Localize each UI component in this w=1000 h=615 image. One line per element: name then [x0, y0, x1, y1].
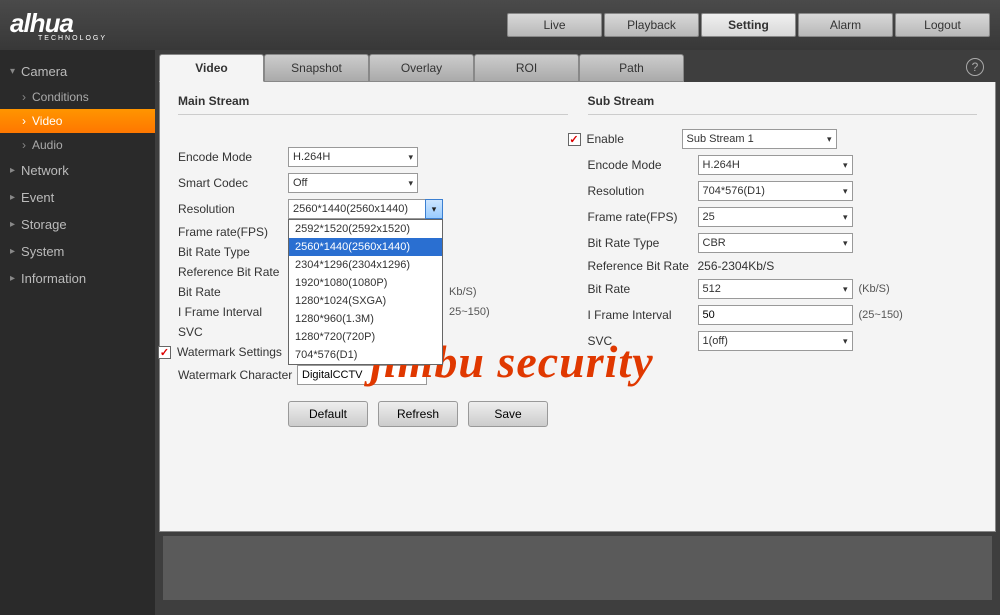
sub-ref-bitrate-label: Reference Bit Rate: [588, 259, 698, 273]
tab-video[interactable]: Video: [159, 54, 264, 82]
sub-iframe-input[interactable]: [698, 305, 853, 325]
sub-svc-select[interactable]: 1(off): [698, 331, 853, 351]
ref-bit-rate-label: Reference Bit Rate: [178, 265, 288, 279]
watermark-settings-label: Watermark Settings: [177, 345, 282, 359]
nav-logout[interactable]: Logout: [895, 13, 990, 37]
resolution-option[interactable]: 2560*1440(2560x1440): [289, 238, 442, 256]
main-stream-title: Main Stream: [178, 94, 568, 115]
enable-checkbox[interactable]: [568, 133, 581, 146]
resolution-option[interactable]: 1280*960(1.3M): [289, 310, 442, 328]
nav-setting[interactable]: Setting: [701, 13, 796, 37]
main-stream-column: Main Stream Encode Mode H.264H Smart Cod…: [178, 94, 568, 519]
sub-bitrate-label: Bit Rate: [588, 282, 698, 296]
sub-bitrate-suffix: (Kb/S): [859, 283, 890, 295]
refresh-button[interactable]: Refresh: [378, 401, 458, 427]
panel: Main Stream Encode Mode H.264H Smart Cod…: [159, 82, 996, 532]
header: alhua TECHNOLOGY Live Playback Setting A…: [0, 0, 1000, 50]
sidebar-event[interactable]: Event: [0, 184, 155, 211]
sub-bitrate-type-select[interactable]: CBR: [698, 233, 853, 253]
sidebar-network[interactable]: Network: [0, 157, 155, 184]
iframe-suffix: 25~150): [449, 306, 490, 318]
nav-live[interactable]: Live: [507, 13, 602, 37]
resolution-option[interactable]: 704*576(D1): [289, 346, 442, 364]
sidebar: Camera Conditions Video Audio Network Ev…: [0, 50, 155, 615]
top-nav: Live Playback Setting Alarm Logout: [507, 13, 990, 37]
sub-framerate-label: Frame rate(FPS): [588, 210, 698, 224]
footer-bar: [163, 536, 992, 600]
svc-label: SVC: [178, 325, 288, 339]
iframe-label: I Frame Interval: [178, 305, 288, 319]
logo-text: alhua: [10, 8, 73, 38]
watermark-char-input[interactable]: [297, 365, 427, 385]
sub-svc-label: SVC: [588, 334, 698, 348]
tab-row: Video Snapshot Overlay ROI Path ?: [159, 54, 996, 82]
nav-alarm[interactable]: Alarm: [798, 13, 893, 37]
watermark-char-label: Watermark Character: [178, 368, 297, 382]
sidebar-information[interactable]: Information: [0, 265, 155, 292]
resolution-option[interactable]: 2304*1296(2304x1296): [289, 256, 442, 274]
sidebar-system[interactable]: System: [0, 238, 155, 265]
save-button[interactable]: Save: [468, 401, 548, 427]
tab-path[interactable]: Path: [579, 54, 684, 82]
sub-iframe-label: I Frame Interval: [588, 308, 698, 322]
sidebar-camera[interactable]: Camera: [0, 58, 155, 85]
resolution-option[interactable]: 2592*1520(2592x1520): [289, 220, 442, 238]
nav-playback[interactable]: Playback: [604, 13, 699, 37]
sub-encode-select[interactable]: H.264H: [698, 155, 853, 175]
sub-iframe-suffix: (25~150): [859, 309, 903, 321]
smart-codec-select[interactable]: Off: [288, 173, 418, 193]
resolution-dropdown[interactable]: 2592*1520(2592x1520) 2560*1440(2560x1440…: [288, 219, 443, 365]
resolution-option[interactable]: 1280*720(720P): [289, 328, 442, 346]
enable-label: Enable: [587, 132, 682, 146]
sidebar-item-audio[interactable]: Audio: [0, 133, 155, 157]
sidebar-storage[interactable]: Storage: [0, 211, 155, 238]
tab-snapshot[interactable]: Snapshot: [264, 54, 369, 82]
sub-encode-label: Encode Mode: [588, 158, 698, 172]
smart-codec-label: Smart Codec: [178, 176, 288, 190]
sub-stream-title: Sub Stream: [588, 94, 978, 115]
sub-resolution-select[interactable]: 704*576(D1): [698, 181, 853, 201]
default-button[interactable]: Default: [288, 401, 368, 427]
tab-overlay[interactable]: Overlay: [369, 54, 474, 82]
resolution-dropdown-button[interactable]: [425, 199, 443, 219]
sidebar-item-conditions[interactable]: Conditions: [0, 85, 155, 109]
bit-rate-type-label: Bit Rate Type: [178, 245, 288, 259]
sub-ref-bitrate-value: 256-2304Kb/S: [698, 259, 775, 273]
sub-bitrate-type-label: Bit Rate Type: [588, 236, 698, 250]
button-row: Default Refresh Save: [288, 401, 568, 427]
encode-mode-select[interactable]: H.264H: [288, 147, 418, 167]
resolution-option[interactable]: 1280*1024(SXGA): [289, 292, 442, 310]
sub-framerate-select[interactable]: 25: [698, 207, 853, 227]
main-container: Camera Conditions Video Audio Network Ev…: [0, 50, 1000, 615]
encode-mode-label: Encode Mode: [178, 150, 288, 164]
sub-stream-column: Sub Stream Enable Sub Stream 1 Encode Mo…: [588, 94, 978, 519]
substream-select[interactable]: Sub Stream 1: [682, 129, 837, 149]
sub-resolution-label: Resolution: [588, 184, 698, 198]
sub-bitrate-select[interactable]: 512: [698, 279, 853, 299]
content: Video Snapshot Overlay ROI Path ? Main S…: [155, 50, 1000, 615]
resolution-label: Resolution: [178, 202, 288, 216]
tab-roi[interactable]: ROI: [474, 54, 579, 82]
help-icon[interactable]: ?: [966, 58, 984, 76]
resolution-value: 2560*1440(2560x1440): [288, 199, 425, 219]
logo-subtext: TECHNOLOGY: [38, 35, 507, 42]
resolution-option[interactable]: 1920*1080(1080P): [289, 274, 442, 292]
bit-rate-label: Bit Rate: [178, 285, 288, 299]
logo: alhua TECHNOLOGY: [10, 8, 507, 42]
watermark-checkbox[interactable]: [158, 346, 171, 359]
frame-rate-label: Frame rate(FPS): [178, 225, 288, 239]
bit-rate-suffix: Kb/S): [449, 286, 477, 298]
sidebar-item-video[interactable]: Video: [0, 109, 155, 133]
